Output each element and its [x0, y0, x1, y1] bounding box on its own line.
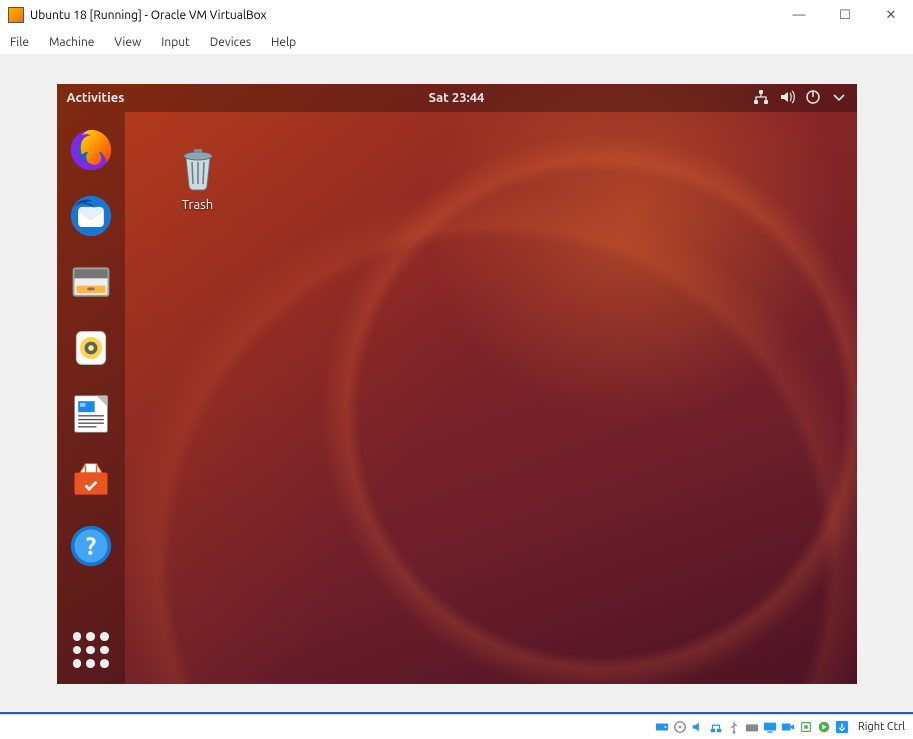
sb-cpu-icon[interactable]: [798, 719, 814, 735]
clock[interactable]: Sat 23:44: [429, 91, 485, 105]
sb-mouse-integration-icon[interactable]: [816, 719, 832, 735]
desktop-trash[interactable]: Trash: [172, 142, 224, 212]
network-icon[interactable]: [753, 89, 769, 108]
dock-help[interactable]: ?: [67, 522, 115, 570]
sb-audio-icon[interactable]: [690, 719, 706, 735]
dock-rhythmbox[interactable]: [67, 324, 115, 372]
svg-text:?: ?: [85, 532, 95, 559]
menu-input[interactable]: Input: [161, 36, 190, 49]
virtualbox-icon: [8, 7, 24, 23]
sb-keyboard-icon[interactable]: [834, 719, 850, 735]
sb-usb-icon[interactable]: [726, 719, 742, 735]
guest-screen[interactable]: Activities Sat 23:44: [57, 84, 857, 684]
activities-button[interactable]: Activities: [67, 91, 125, 105]
host-menubar: File Machine View Input Devices Help: [0, 30, 913, 54]
sb-shared-folders-icon[interactable]: [744, 719, 760, 735]
dock-thunderbird[interactable]: [67, 192, 115, 240]
minimize-button[interactable]: —: [785, 8, 813, 23]
power-icon[interactable]: [805, 89, 821, 108]
show-applications-button[interactable]: [73, 632, 109, 668]
trash-label: Trash: [172, 198, 224, 212]
menu-machine[interactable]: Machine: [49, 36, 94, 49]
menu-devices[interactable]: Devices: [210, 36, 251, 49]
sb-display-icon[interactable]: [762, 719, 778, 735]
dock-firefox[interactable]: [67, 126, 115, 174]
close-button[interactable]: ✕: [877, 8, 905, 23]
gnome-topbar: Activities Sat 23:44: [57, 84, 857, 112]
trash-icon: [172, 142, 224, 194]
menu-file[interactable]: File: [10, 36, 29, 49]
sb-harddisk-icon[interactable]: [654, 719, 670, 735]
vm-display-area: Activities Sat 23:44: [0, 54, 913, 714]
chevron-down-icon[interactable]: [831, 89, 847, 108]
window-title: Ubuntu 18 [Running] - Oracle VM VirtualB…: [30, 9, 785, 22]
vbox-statusbar: Right Ctrl: [0, 714, 913, 739]
dock: ?: [57, 112, 125, 684]
dock-files[interactable]: [67, 258, 115, 306]
dock-ubuntu-software[interactable]: [67, 456, 115, 504]
dock-libreoffice-writer[interactable]: [67, 390, 115, 438]
menu-view[interactable]: View: [114, 36, 141, 49]
sb-optical-icon[interactable]: [672, 719, 688, 735]
host-titlebar: Ubuntu 18 [Running] - Oracle VM VirtualB…: [0, 0, 913, 30]
sb-network-icon[interactable]: [708, 719, 724, 735]
menu-help[interactable]: Help: [271, 36, 296, 49]
maximize-button[interactable]: ☐: [831, 8, 859, 23]
volume-icon[interactable]: [779, 89, 795, 108]
sb-recording-icon[interactable]: [780, 719, 796, 735]
host-key-label: Right Ctrl: [858, 721, 905, 733]
